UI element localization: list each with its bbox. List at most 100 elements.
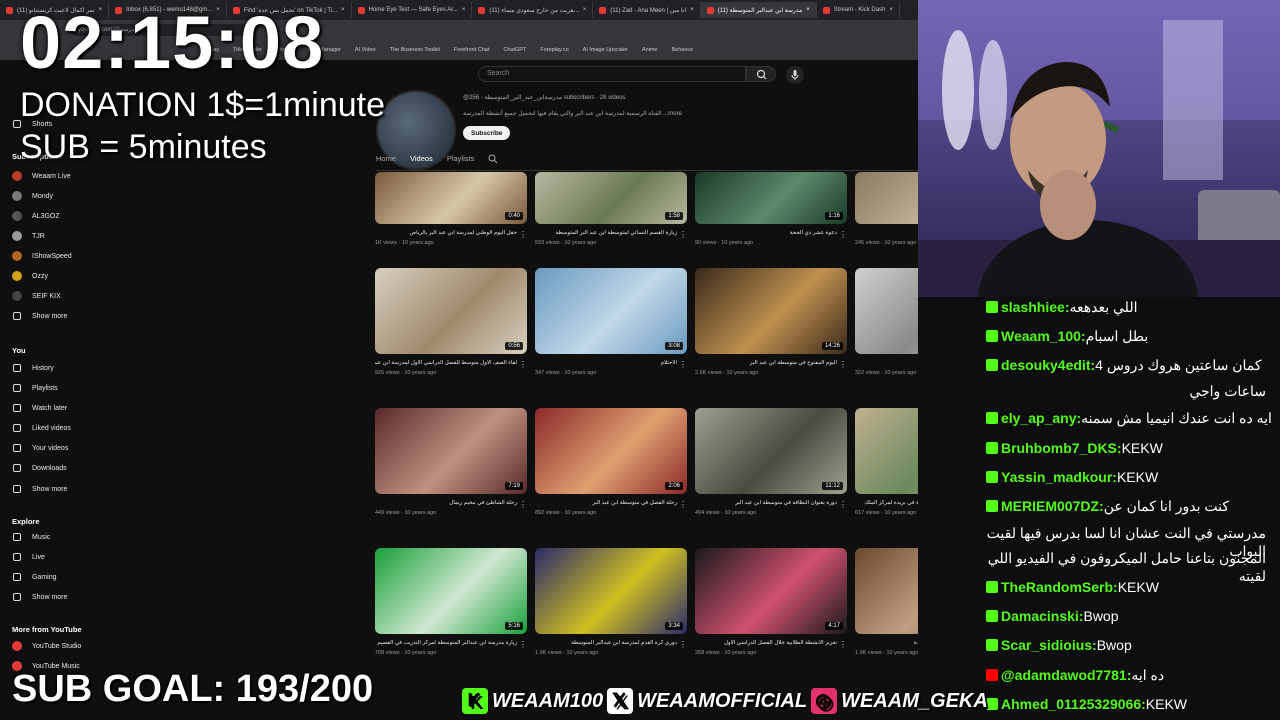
bookmark-item[interactable]: Foreplay.co <box>540 47 568 53</box>
video-card[interactable]: 3:34 دوري كرة القدم لمدرسة ابن عبدالبر ال… <box>535 548 687 656</box>
video-card[interactable]: 4:17 تعزيز الأنشطة الطلابية خلال الفصل ال… <box>695 548 847 656</box>
chat-username[interactable]: ely_ap_any: <box>1001 410 1081 426</box>
sidebar-item[interactable]: Show more <box>12 481 67 497</box>
more-options-icon[interactable]: ⋮ <box>679 230 687 239</box>
sidebar-item[interactable]: AL3GOZ <box>12 208 60 224</box>
video-card[interactable]: 3:08 الاحتلام ⋮ 347 views · 10 years ago <box>535 268 687 376</box>
sidebar-item[interactable]: Show more <box>12 308 67 324</box>
video-title[interactable]: لقاء الصف الأول متوسط للفصل الدراسي الأو… <box>375 360 527 366</box>
video-title[interactable]: رحلة الشاطئ في مخيم ريمال <box>375 500 527 506</box>
sidebar-item[interactable]: Downloads <box>12 460 67 476</box>
browser-tab[interactable]: (11) Zad - Ana Meen | انا مين × <box>593 2 701 18</box>
bookmark-item[interactable]: Behance <box>672 47 694 53</box>
sidebar-item[interactable]: IShowSpeed <box>12 248 72 264</box>
video-thumbnail[interactable]: 3:08 <box>535 268 687 354</box>
channel-description[interactable]: القناة الرسمية لمدرسة ابن عبد البر والتي… <box>463 110 682 117</box>
browser-tab[interactable]: (11) هربت من حارج سعودي مساء... × <box>472 2 594 18</box>
more-options-icon[interactable]: ⋮ <box>679 360 687 369</box>
video-title[interactable]: اليوم المفتوح في متوسطة ابن عبد البر <box>695 360 847 366</box>
chat-username[interactable]: TheRandomSerb: <box>1001 579 1118 595</box>
voice-search-button[interactable] <box>786 66 804 84</box>
sidebar-item[interactable]: YouTube Studio <box>12 638 81 654</box>
video-title[interactable]: دعوة عشر ذي الحجة <box>695 230 847 236</box>
chat-username[interactable]: Yassin_madkour: <box>1001 469 1117 485</box>
video-title[interactable]: تعزيز الأنشطة الطلابية خلال الفصل الدراس… <box>695 640 847 646</box>
sidebar-item[interactable]: Weaam Live <box>12 168 71 184</box>
more-options-icon[interactable]: ⋮ <box>679 640 687 649</box>
more-options-icon[interactable]: ⋮ <box>839 360 847 369</box>
more-options-icon[interactable]: ⋮ <box>839 500 847 509</box>
video-thumbnail[interactable]: 4:17 <box>695 548 847 634</box>
video-thumbnail[interactable]: 11:12 <box>695 408 847 494</box>
video-thumbnail[interactable]: 5:16 <box>375 548 527 634</box>
close-icon[interactable]: × <box>889 7 893 13</box>
video-card[interactable]: 5:16 زيارة مدرسة ابن عبدالبر المتوسطة لمر… <box>375 548 527 656</box>
chat-username[interactable]: Damacinski: <box>1001 608 1083 624</box>
chat-username[interactable]: slashhiee: <box>1001 299 1069 315</box>
bookmark-item[interactable]: The Business Toolkit <box>390 47 440 53</box>
bookmark-item[interactable]: ChatGPT <box>503 47 526 53</box>
close-icon[interactable]: × <box>583 7 587 13</box>
video-card[interactable]: 7:19 رحلة الشاطئ في مخيم ريمال ⋮ 449 views … <box>375 408 527 516</box>
close-icon[interactable]: × <box>690 7 694 13</box>
sidebar-item[interactable]: Playlists <box>12 380 58 396</box>
sidebar-item[interactable]: History <box>12 360 54 376</box>
chat-username[interactable]: MERIEM007DZ: <box>1001 498 1104 514</box>
more-options-icon[interactable]: ⋮ <box>519 640 527 649</box>
search-input[interactable]: Search <box>478 66 746 82</box>
video-thumbnail[interactable]: 3:34 <box>535 548 687 634</box>
close-icon[interactable]: × <box>462 7 466 13</box>
video-card[interactable]: 0:40 حفل اليوم الوطني لمدرسة ابن عبد البر… <box>375 172 527 246</box>
bookmark-item[interactable]: AI Video <box>355 47 376 53</box>
tab-videos[interactable]: Videos <box>410 154 433 164</box>
video-thumbnail[interactable]: 14:26 <box>695 268 847 354</box>
video-thumbnail[interactable]: 1:16 <box>695 172 847 224</box>
video-title[interactable]: رحلة الفصل في متوسطة ابن عبد البر <box>535 500 687 506</box>
video-card[interactable]: 1:16 دعوة عشر ذي الحجة ⋮ 90 views · 10 year… <box>695 172 847 246</box>
sidebar-item[interactable]: TJR <box>12 228 45 244</box>
browser-tab[interactable]: Stream - Kick Dash × <box>817 2 900 18</box>
video-thumbnail[interactable]: 1:58 <box>535 172 687 224</box>
browser-tab[interactable]: Home Eye Test — Safe Eyes Ar... × <box>352 2 473 18</box>
video-card[interactable]: 2:06 رحلة الفصل في متوسطة ابن عبد البر ⋮ 89… <box>535 408 687 516</box>
more-options-icon[interactable]: ⋮ <box>519 500 527 509</box>
more-options-icon[interactable]: ⋮ <box>839 230 847 239</box>
sidebar-item[interactable]: Liked videos <box>12 420 71 436</box>
chat-username[interactable]: Bruhbomb7_DKS: <box>1001 440 1122 456</box>
chat-username[interactable]: Ahmed_01125329066: <box>1001 696 1146 712</box>
chat-username[interactable]: desouky4edit: <box>1001 357 1095 373</box>
bookmark-item[interactable]: AI Image Upscaler <box>583 47 628 53</box>
video-card[interactable]: 1:58 زيارة القسم النسائي لمتوسطة ابن عبد … <box>535 172 687 246</box>
video-card[interactable]: 14:26 اليوم المفتوح في متوسطة ابن عبد الب… <box>695 268 847 376</box>
chat-username[interactable]: @adamdawod7781: <box>1001 667 1131 683</box>
video-title[interactable]: زيارة مدرسة ابن عبدالبر المتوسطة لمركز ا… <box>375 640 527 646</box>
search-icon[interactable] <box>488 154 498 164</box>
browser-tab[interactable]: (11) مدرسة ابن عبدالبر المتوسطة × <box>700 2 817 18</box>
chat-username[interactable]: Scar_sidioius: <box>1001 637 1097 653</box>
sidebar-item[interactable]: Mondy <box>12 188 53 204</box>
sidebar-item[interactable]: SEIF KIX <box>12 288 61 304</box>
bookmark-item[interactable]: Forefront Chat <box>454 47 489 53</box>
video-title[interactable]: دورة بعنوان النظافة في متوسطة ابن عبد ال… <box>695 500 847 506</box>
more-options-icon[interactable]: ⋮ <box>519 360 527 369</box>
video-thumbnail[interactable]: 0:40 <box>375 172 527 224</box>
tab-home[interactable]: Home <box>376 154 396 164</box>
video-thumbnail[interactable]: 0:56 <box>375 268 527 354</box>
video-title[interactable]: حفل اليوم الوطني لمدرسة ابن عبد البر بال… <box>375 230 527 236</box>
video-card[interactable]: 11:12 دورة بعنوان النظافة في متوسطة ابن ع… <box>695 408 847 516</box>
video-card[interactable]: 0:56 لقاء الصف الأول متوسط للفصل الدراسي … <box>375 268 527 376</box>
sidebar-item[interactable]: Ozzy <box>12 268 48 284</box>
video-title[interactable]: زيارة القسم النسائي لمتوسطة ابن عبد البر… <box>535 230 687 236</box>
close-icon[interactable]: × <box>806 7 810 13</box>
bookmark-item[interactable]: Anime <box>642 47 658 53</box>
subscribe-button[interactable]: Subscribe <box>463 126 511 140</box>
search-button[interactable] <box>746 66 776 82</box>
sidebar-item[interactable]: Music <box>12 529 50 545</box>
more-options-icon[interactable]: ⋮ <box>519 230 527 239</box>
sidebar-item[interactable]: Your videos <box>12 440 68 456</box>
tab-playlists[interactable]: Playlists <box>447 154 475 164</box>
video-thumbnail[interactable]: 7:19 <box>375 408 527 494</box>
video-title[interactable]: الاحتلام <box>535 360 687 366</box>
sidebar-item[interactable]: Gaming <box>12 569 57 585</box>
video-title[interactable]: دوري كرة القدم لمدرسة ابن عبدالبر المتوس… <box>535 640 687 646</box>
